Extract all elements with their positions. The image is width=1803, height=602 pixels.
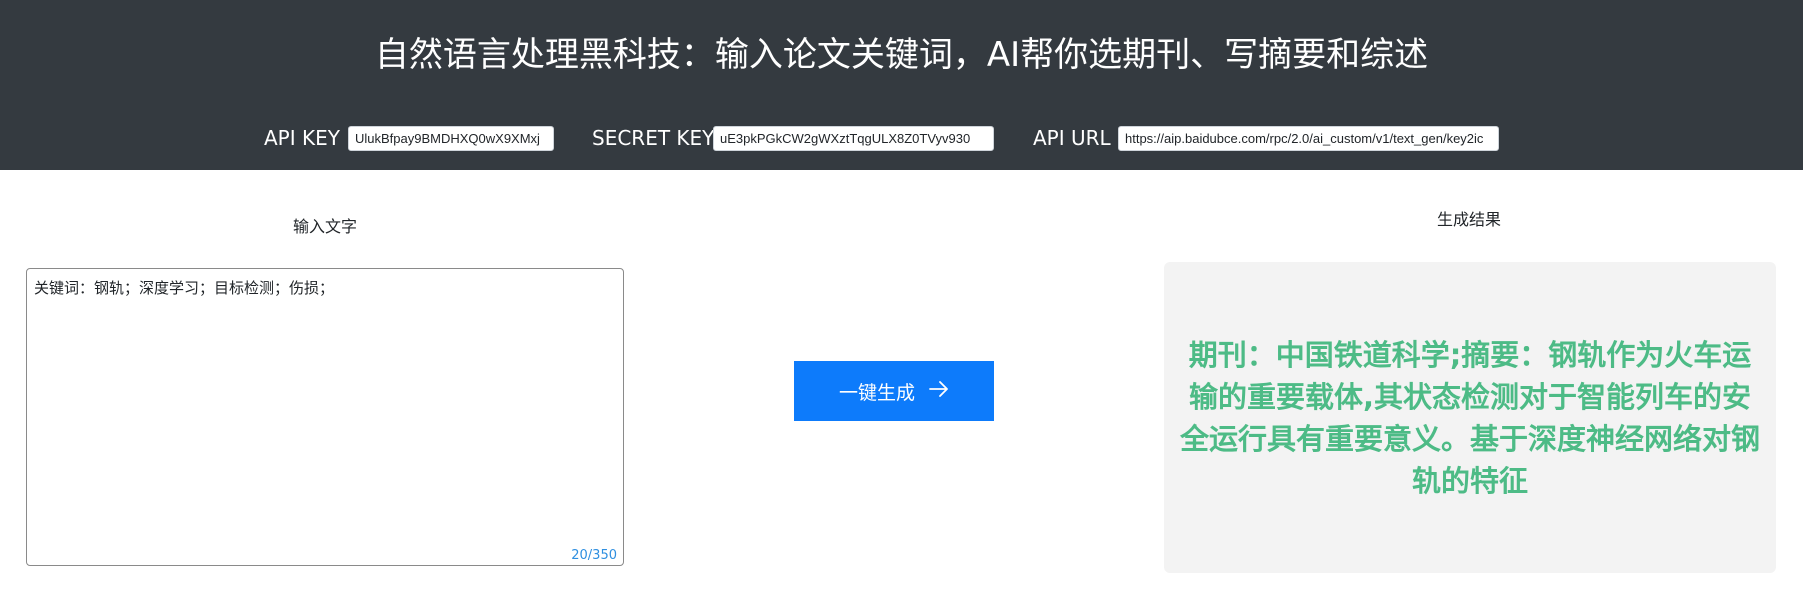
arrow-right-icon	[929, 380, 949, 402]
secret-key-input[interactable]	[713, 126, 994, 151]
char-counter: 20/350	[571, 548, 617, 563]
result-panel: 期刊：中国铁道科学;摘要：钢轨作为火车运输的重要载体,其状态检测对于智能列车的安…	[1164, 262, 1776, 573]
api-key-input[interactable]	[348, 126, 554, 151]
input-section-label: 输入文字	[292, 217, 357, 236]
api-key-label: API KEY	[264, 126, 340, 150]
keyword-textarea-box: 关键词：钢轨；深度学习；目标检测；伤损； 20/350	[26, 268, 624, 566]
result-text: 期刊：中国铁道科学;摘要：钢轨作为火车运输的重要载体,其状态检测对于智能列车的安…	[1179, 337, 1760, 498]
generate-button-label: 一键生成	[838, 381, 915, 404]
page-title: 自然语言处理黑科技：输入论文关键词，AI帮你选期刊、写摘要和综述	[374, 35, 1429, 75]
keyword-textarea[interactable]: 关键词：钢轨；深度学习；目标检测；伤损；	[27, 269, 623, 565]
generate-button[interactable]: 一键生成	[794, 361, 994, 421]
api-url-input[interactable]	[1118, 126, 1499, 151]
api-url-label: API URL	[1033, 126, 1111, 150]
header-bar: 自然语言处理黑科技：输入论文关键词，AI帮你选期刊、写摘要和综述 API KEY…	[0, 0, 1803, 170]
result-section-label: 生成结果	[1436, 210, 1501, 229]
secret-key-label: SECRET KEY	[592, 126, 715, 150]
